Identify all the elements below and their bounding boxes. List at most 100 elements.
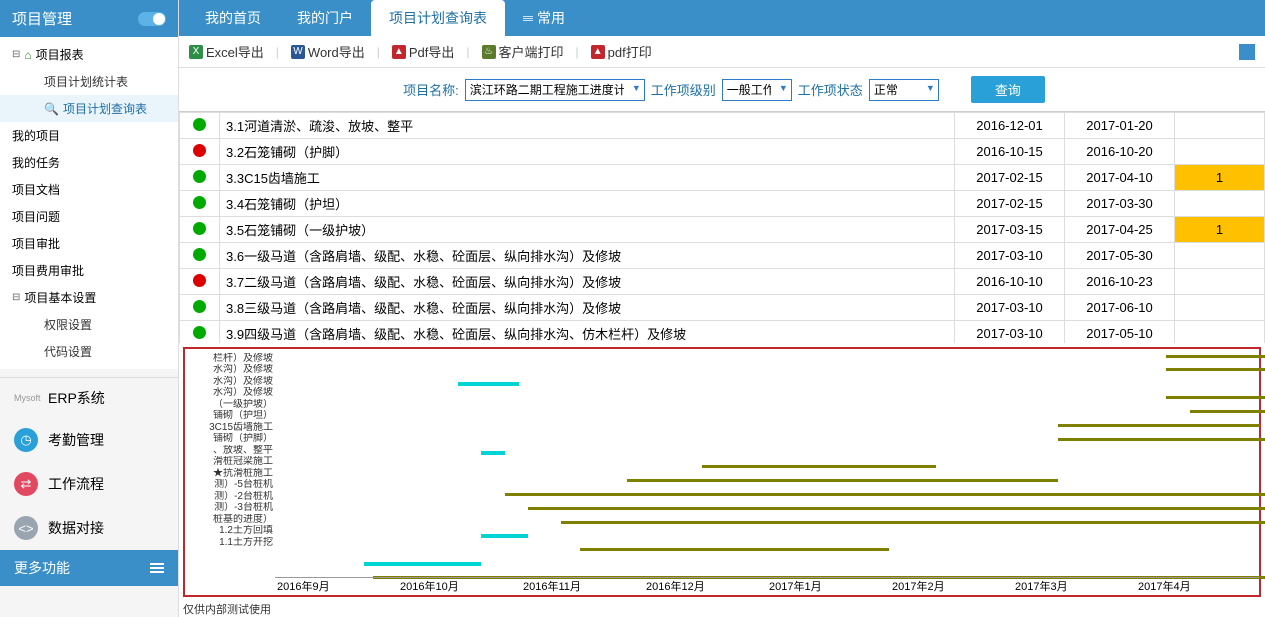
name-cell: 3.7二级马道（含路肩墙、级配、水稳、砼面层、纵向排水沟）及修坡: [220, 269, 955, 295]
flag-cell: [1175, 295, 1265, 321]
gantt-bar: [580, 548, 890, 551]
status-dot: [193, 118, 206, 131]
expand-icon: ⊟: [12, 49, 20, 60]
date-cell: 2016-12-01: [955, 113, 1065, 139]
table-row[interactable]: 3.4石笼铺砌（护坦）2017-02-152017-03-30: [180, 191, 1265, 217]
gantt-row-label: 滑桩冠梁施工: [187, 456, 273, 468]
nav-item[interactable]: 项目问题: [0, 203, 178, 230]
nav-label: 项目计划查询表: [63, 100, 147, 117]
nav-label: 权限设置: [44, 316, 92, 333]
nav-label: 项目基本设置: [24, 289, 96, 306]
table-row[interactable]: 3.5石笼铺砌（一级护坡）2017-03-152017-04-251: [180, 217, 1265, 243]
tab[interactable]: 项目计划查询表: [371, 0, 505, 36]
xaxis-tick: 2017年2月: [890, 578, 1013, 595]
nav-item[interactable]: 代码设置: [0, 338, 178, 365]
status-cell: [180, 217, 220, 243]
status-cell: [180, 295, 220, 321]
tab[interactable]: 我的门户: [279, 0, 371, 36]
pdf-print-button[interactable]: ▲pdf打印: [591, 42, 652, 61]
nav-item[interactable]: 我的任务: [0, 149, 178, 176]
gantt-row-label: 1.1土方开挖: [187, 537, 273, 549]
more-button[interactable]: 更多功能: [0, 550, 178, 586]
status-dot: [193, 300, 206, 313]
expand-icon: ⊟: [12, 292, 20, 303]
system-link[interactable]: ⇄工作流程: [0, 462, 178, 506]
name-cell: 3.2石笼铺砌（护脚）: [220, 139, 955, 165]
gantt-bar: [1058, 424, 1260, 427]
filter-level-label: 工作项级别: [647, 80, 720, 99]
link-icon: ⇄: [14, 472, 38, 496]
filter-status-input[interactable]: [869, 79, 939, 101]
date-cell: 2016-10-20: [1065, 139, 1175, 165]
table-row[interactable]: 3.2石笼铺砌（护脚）2016-10-152016-10-20: [180, 139, 1265, 165]
gantt-bar: [458, 382, 519, 386]
table-row[interactable]: 3.9四级马道（含路肩墙、级配、水稳、砼面层、纵向排水沟、仿木栏杆）及修坡201…: [180, 321, 1265, 343]
nav-item[interactable]: ⊟⌂项目报表: [0, 41, 178, 68]
gantt-bar: [1166, 396, 1265, 399]
nav-label: 项目审批: [12, 235, 60, 252]
flag-cell: [1175, 243, 1265, 269]
nav-item[interactable]: 项目审批: [0, 230, 178, 257]
filter-bar: 项目名称: 工作项级别 工作项状态 查询: [179, 68, 1265, 111]
nav-tree: ⊟⌂项目报表项目计划统计表🔍项目计划查询表我的项目我的任务项目文档项目问题项目审…: [0, 37, 178, 369]
gantt-row-label: 3C15齿墙施工: [187, 422, 273, 434]
system-link[interactable]: <>数据对接: [0, 506, 178, 550]
pdf-export-button[interactable]: ▲Pdf导出: [392, 42, 455, 61]
word-icon: W: [291, 45, 305, 59]
date-cell: 2017-04-25: [1065, 217, 1175, 243]
flag-cell: 1: [1175, 165, 1265, 191]
tab-bar: 我的首页我的门户项目计划查询表常用: [179, 0, 1265, 36]
table-row[interactable]: 3.1河道清淤、疏浚、放坡、整平2016-12-012017-01-20: [180, 113, 1265, 139]
table-row[interactable]: 3.3C15齿墙施工2017-02-152017-04-101: [180, 165, 1265, 191]
xaxis-tick: 2016年10月: [398, 578, 521, 595]
toolbar: XExcel导出 | WWord导出 | ▲Pdf导出 | ♨客户端打印 | ▲…: [179, 36, 1265, 68]
nav-label: 我的任务: [12, 154, 60, 171]
system-link[interactable]: MysoftERP系统: [0, 378, 178, 418]
excel-export-button[interactable]: XExcel导出: [189, 42, 264, 61]
tab[interactable]: 我的首页: [187, 0, 279, 36]
filter-name-input[interactable]: [465, 79, 645, 101]
xaxis-tick: 2016年9月: [275, 578, 398, 595]
gantt-bars-area: [275, 349, 1259, 595]
date-cell: 2017-02-15: [955, 165, 1065, 191]
tab[interactable]: 常用: [505, 0, 583, 36]
nav-label: 项目文档: [12, 181, 60, 198]
gantt-bar: [505, 493, 1265, 496]
gantt-bar: [702, 465, 937, 468]
toggle-switch[interactable]: [138, 12, 166, 26]
client-print-button[interactable]: ♨客户端打印: [482, 42, 564, 61]
nav-item[interactable]: 项目计划统计表: [0, 68, 178, 95]
nav-item[interactable]: 项目文档: [0, 176, 178, 203]
gantt-row-label: 栏杆）及修坡: [187, 353, 273, 365]
filter-level-input[interactable]: [722, 79, 792, 101]
status-dot: [193, 326, 206, 339]
table-row[interactable]: 3.7二级马道（含路肩墙、级配、水稳、砼面层、纵向排水沟）及修坡2016-10-…: [180, 269, 1265, 295]
link-label: ERP系统: [48, 388, 105, 408]
nav-item[interactable]: 我的项目: [0, 122, 178, 149]
date-cell: 2017-04-10: [1065, 165, 1175, 191]
flag-cell: [1175, 269, 1265, 295]
pdf-icon: ▲: [392, 45, 406, 59]
nav-item[interactable]: 权限设置: [0, 311, 178, 338]
system-link[interactable]: ◷考勤管理: [0, 418, 178, 462]
nav-item[interactable]: 项目费用审批: [0, 257, 178, 284]
status-cell: [180, 191, 220, 217]
nav-item[interactable]: 🔍项目计划查询表: [0, 95, 178, 122]
save-icon[interactable]: [1239, 44, 1255, 60]
hamburger-icon: [150, 561, 164, 575]
xaxis-tick: 2017年1月: [767, 578, 890, 595]
table-row[interactable]: 3.6一级马道（含路肩墙、级配、水稳、砼面层、纵向排水沟）及修坡2017-03-…: [180, 243, 1265, 269]
flag-cell: [1175, 191, 1265, 217]
table-row[interactable]: 3.8三级马道（含路肩墙、级配、水稳、砼面层、纵向排水沟）及修坡2017-03-…: [180, 295, 1265, 321]
gantt-row-label: 测）-5台桩机: [187, 479, 273, 491]
link-label: 数据对接: [48, 518, 104, 538]
nav-item[interactable]: ⊟ 项目基本设置: [0, 284, 178, 311]
word-export-button[interactable]: WWord导出: [291, 42, 365, 61]
more-label: 更多功能: [14, 558, 70, 578]
date-cell: 2017-05-10: [1065, 321, 1175, 343]
gantt-bar: [481, 451, 504, 455]
footnote: 仅供内部测试使用: [179, 601, 1265, 617]
sidebar-header: 项目管理: [0, 0, 178, 37]
gantt-labels: 栏杆）及修坡水沟）及修坡水沟）及修坡水沟）及修坡（一级护坡）铺砌（护坦）3C15…: [185, 349, 275, 595]
query-button[interactable]: 查询: [971, 76, 1045, 103]
